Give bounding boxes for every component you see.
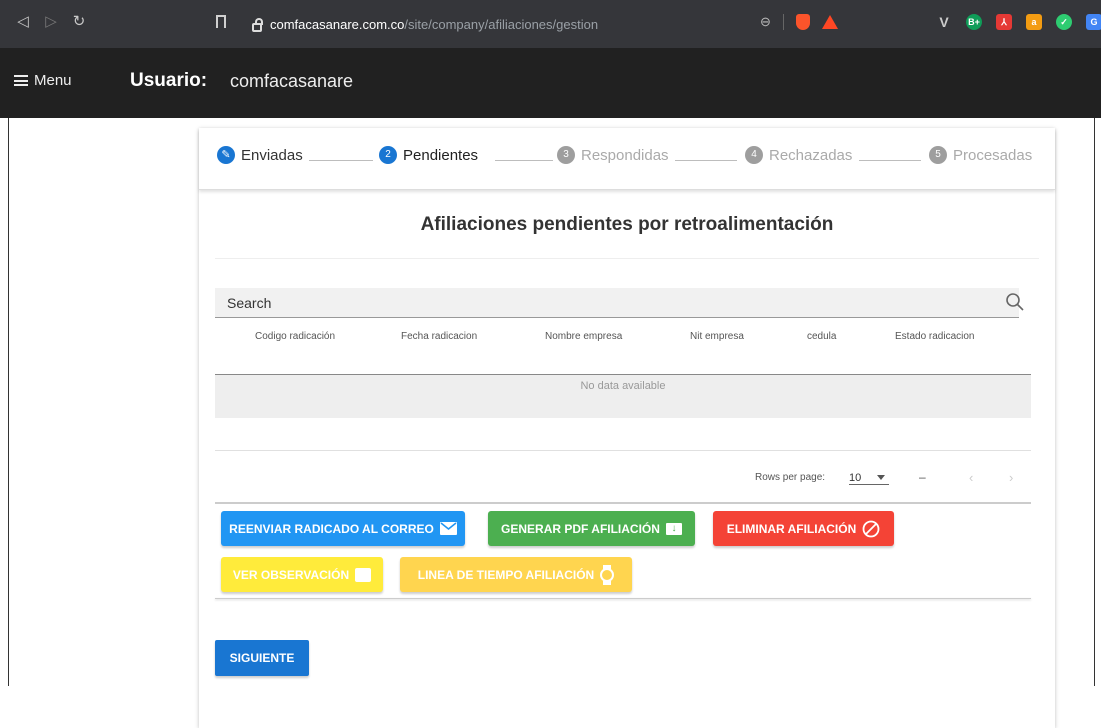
button-label: LINEA DE TIEMPO AFILIACIÓN xyxy=(417,567,595,582)
user-label: Usuario: xyxy=(130,70,208,91)
menu-label: Menu xyxy=(34,72,72,89)
search-input[interactable] xyxy=(215,288,1019,317)
divider xyxy=(782,14,784,30)
step-rechazadas[interactable]: 4 Rechazadas xyxy=(745,146,852,164)
address-bar-icons: ⊖ xyxy=(760,14,838,30)
step-number: 5 xyxy=(929,146,947,164)
step-label: Respondidas xyxy=(581,146,669,164)
search-field[interactable] xyxy=(215,288,1019,318)
reenviar-radicado-button[interactable]: REENVIAR RADICADO AL CORREO xyxy=(221,511,465,546)
button-label: REENVIAR RADICADO AL CORREO xyxy=(229,521,434,536)
extensions: V B+ ⅄ a ✓ G xyxy=(936,14,1101,30)
folder-download-icon: ↓ xyxy=(665,522,682,535)
extension-green-icon[interactable]: B+ xyxy=(966,14,982,30)
left-border xyxy=(8,118,9,686)
block-icon xyxy=(862,520,880,537)
divider xyxy=(215,598,1031,599)
main-card: ✎ Enviadas 2 Pendientes 3 Respondidas 4 … xyxy=(199,128,1055,728)
pdf-extension-icon[interactable]: ⅄ xyxy=(996,14,1012,30)
user-value: comfacasanare xyxy=(230,71,354,91)
email-icon xyxy=(439,522,457,535)
step-procesadas[interactable]: 5 Procesadas xyxy=(929,146,1032,164)
no-data-message: No data available xyxy=(580,380,666,392)
step-connector xyxy=(495,160,553,161)
translate-extension-icon[interactable]: G xyxy=(1086,14,1101,30)
step-number: 3 xyxy=(557,146,575,164)
rows-per-page-label: Rows per page: xyxy=(755,472,826,483)
back-arrow-icon[interactable]: ◁ xyxy=(12,12,34,30)
column-header[interactable]: Nit empresa xyxy=(690,331,744,342)
step-respondidas[interactable]: 3 Respondidas xyxy=(557,146,669,164)
linea-tiempo-button[interactable]: LINEA DE TIEMPO AFILIACIÓN xyxy=(400,557,632,592)
eliminar-afiliacion-button[interactable]: ELIMINAR AFILIACIÓN xyxy=(713,511,894,546)
forward-arrow-icon[interactable]: ▷ xyxy=(40,12,62,30)
url-domain: comfacasanare.com.co xyxy=(270,16,405,32)
ver-observacion-button[interactable]: VER OBSERVACIÓN xyxy=(221,557,383,592)
menu-button[interactable]: Menu xyxy=(14,72,72,89)
step-number: 2 xyxy=(379,146,397,164)
step-connector xyxy=(859,160,921,161)
stepper: ✎ Enviadas 2 Pendientes 3 Respondidas 4 … xyxy=(199,128,1055,190)
step-label: Enviadas xyxy=(241,146,303,164)
button-label: GENERAR PDF AFILIACIÓN xyxy=(501,521,660,536)
step-enviadas[interactable]: ✎ Enviadas xyxy=(217,146,303,164)
browser-toolbar: ◁ ▷ ↻ comfacasanare.com.co /site/company… xyxy=(0,0,1101,48)
step-connector xyxy=(309,160,373,161)
dropdown-caret-icon[interactable] xyxy=(877,475,885,480)
brave-rewards-icon[interactable] xyxy=(821,15,838,29)
pencil-icon: ✎ xyxy=(217,146,235,164)
chevron-right-icon[interactable]: › xyxy=(1009,470,1013,485)
right-border xyxy=(1094,118,1095,686)
brave-shield-icon[interactable] xyxy=(795,14,810,30)
chevron-left-icon[interactable]: ‹ xyxy=(969,470,973,485)
comment-icon xyxy=(355,567,372,582)
zoom-icon[interactable]: ⊖ xyxy=(760,14,771,30)
generar-pdf-button[interactable]: GENERAR PDF AFILIACIÓN ↓ xyxy=(488,511,695,546)
step-label: Rechazadas xyxy=(769,146,853,164)
column-header[interactable]: Codigo radicación xyxy=(255,331,335,342)
hamburger-icon xyxy=(14,75,28,86)
shopping-extension-icon[interactable]: a xyxy=(1026,14,1042,30)
step-label: Pendientes xyxy=(403,146,479,164)
step-pendientes[interactable]: 2 Pendientes xyxy=(379,146,478,164)
lock-icon xyxy=(252,17,263,32)
column-header[interactable]: cedula xyxy=(807,331,836,342)
reload-icon[interactable]: ↻ xyxy=(68,12,90,30)
search-icon[interactable] xyxy=(1003,290,1027,314)
column-header[interactable]: Fecha radicacion xyxy=(401,331,477,342)
table-header: Codigo radicación Fecha radicacion Nombr… xyxy=(215,331,1031,371)
vue-devtools-icon[interactable]: V xyxy=(936,14,952,30)
watch-icon xyxy=(600,564,615,585)
column-header[interactable]: Estado radicacion xyxy=(895,331,975,342)
step-connector xyxy=(675,160,737,161)
button-label: VER OBSERVACIÓN xyxy=(232,567,350,582)
app-header: Menu Usuario: comfacasanare xyxy=(0,48,1101,118)
bookmark-icon[interactable] xyxy=(216,15,226,28)
column-header[interactable]: Nombre empresa xyxy=(545,331,622,342)
button-label: ELIMINAR AFILIACIÓN xyxy=(726,521,857,536)
page-title: Afiliaciones pendientes por retroaliment… xyxy=(420,214,834,235)
step-label: Procesadas xyxy=(953,146,1033,164)
table-body: No data available xyxy=(215,374,1031,418)
browser-nav: ◁ ▷ ↻ xyxy=(12,12,90,30)
step-number: 4 xyxy=(745,146,763,164)
divider xyxy=(215,258,1039,259)
siguiente-button[interactable]: SIGUIENTE xyxy=(215,640,309,676)
page-range: – xyxy=(919,470,926,484)
url-path: /site/company/afiliaciones/gestion xyxy=(404,16,599,32)
divider xyxy=(215,450,1031,451)
pagination: Rows per page: 10 – ‹ › xyxy=(215,464,1031,504)
check-extension-icon[interactable]: ✓ xyxy=(1056,14,1072,30)
